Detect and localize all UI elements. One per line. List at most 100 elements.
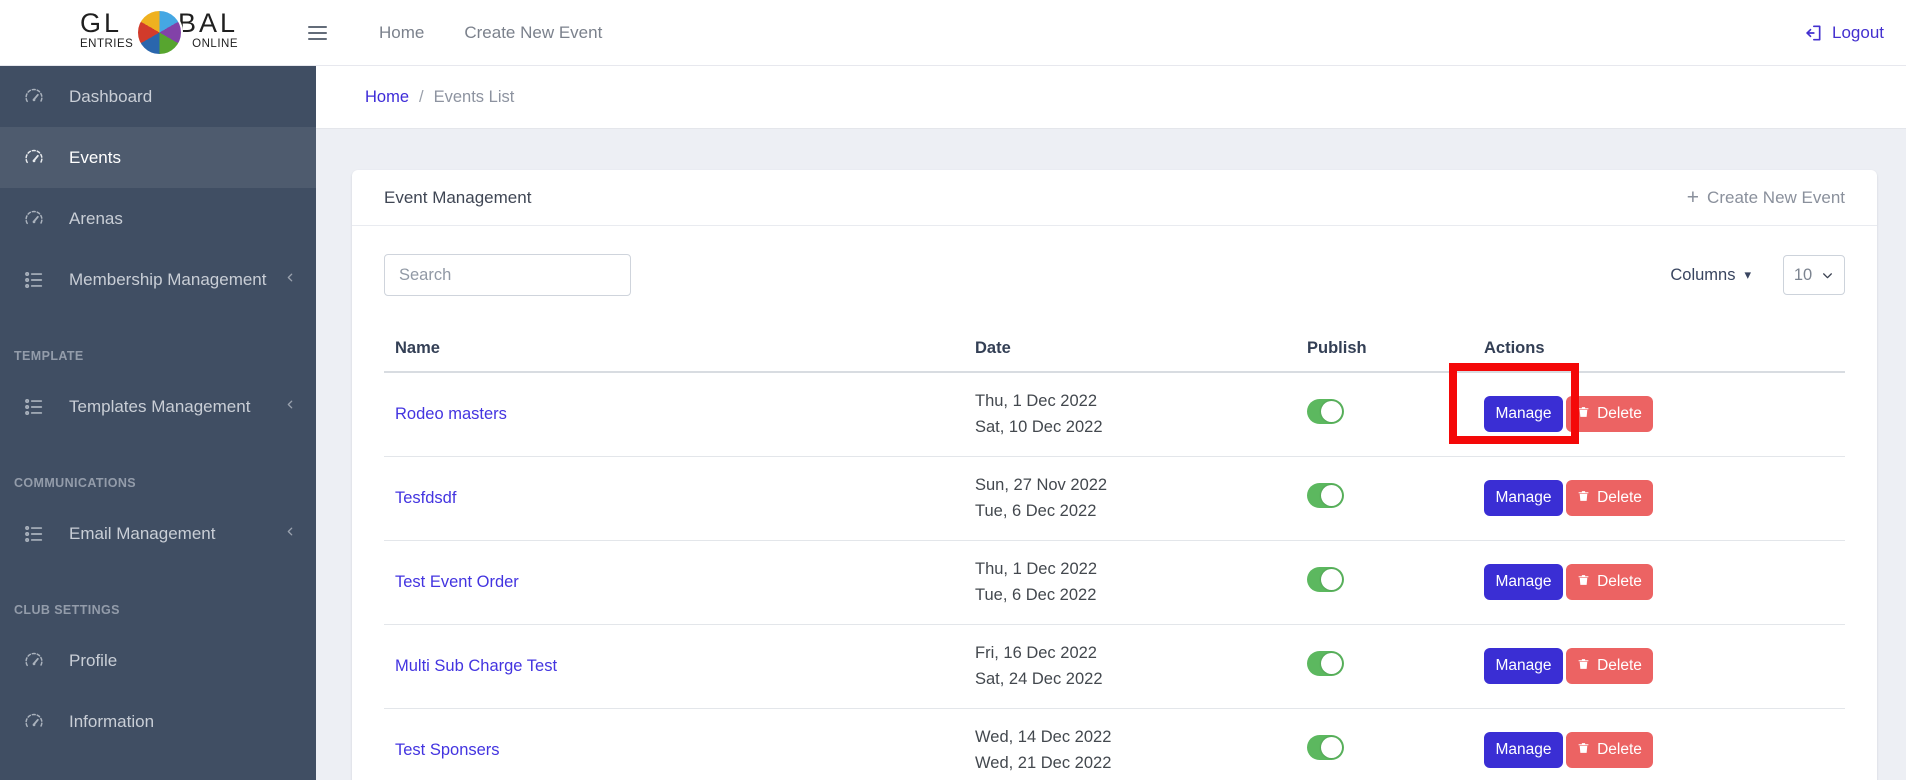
table-row: Test Event Order Thu, 1 Dec 2022 Tue, 6 De… — [384, 540, 1845, 625]
nav-create-new-event-link[interactable]: Create New Event — [464, 23, 602, 43]
gauge-icon — [23, 208, 45, 230]
publish-toggle[interactable] — [1307, 567, 1344, 592]
create-new-event-label: Create New Event — [1707, 187, 1845, 207]
sidebar-item-profile[interactable]: Profile — [0, 630, 316, 691]
publish-toggle[interactable] — [1307, 735, 1344, 761]
delete-button-label: Delete — [1597, 573, 1642, 590]
delete-button[interactable]: Delete — [1566, 648, 1653, 684]
plus-icon: + — [1686, 186, 1700, 209]
table-row: Rodeo masters Thu, 1 Dec 2022 Sat, 10 Dec … — [384, 372, 1845, 457]
gauge-icon — [23, 86, 45, 108]
column-header-date: Date — [964, 325, 1296, 373]
trash-icon — [1577, 741, 1590, 760]
sidebar-item-label: Email Management — [69, 523, 216, 543]
page-size-select[interactable]: 10 — [1783, 255, 1845, 295]
event-name-link[interactable]: Test Sponsers — [395, 741, 500, 759]
app-logo: GL BAL ENTRIES ONLINE — [80, 6, 238, 60]
event-name-link[interactable]: Rodeo masters — [395, 405, 507, 423]
list-icon — [23, 396, 45, 418]
manage-button[interactable]: Manage — [1484, 732, 1563, 769]
sidebar-item-label: Events — [69, 147, 121, 167]
delete-button[interactable]: Delete — [1566, 564, 1653, 600]
column-header-actions: Actions — [1471, 325, 1845, 373]
breadcrumb-separator: / — [419, 87, 424, 106]
sidebar-item-label: Information — [69, 711, 155, 731]
controls-right: Columns ▾ 10 — [1670, 255, 1845, 295]
sidebar-section-club-settings: CLUB SETTINGS — [14, 603, 120, 617]
nav-home-link[interactable]: Home — [379, 23, 424, 43]
delete-button[interactable]: Delete — [1566, 396, 1653, 433]
top-header: GL BAL ENTRIES ONLINE Home Create New Ev… — [0, 0, 1906, 66]
card-title: Event Management — [384, 187, 532, 207]
sidebar-item-email-management[interactable]: Email Management — [0, 503, 316, 564]
card-header: Event Management + Create New Event — [352, 170, 1877, 226]
logo-text-online: ONLINE — [192, 37, 238, 50]
delete-button-label: Delete — [1597, 405, 1642, 423]
sidebar-item-templates-management[interactable]: Templates Management — [0, 376, 316, 437]
caret-down-icon: ▾ — [1744, 267, 1751, 282]
publish-toggle[interactable] — [1307, 399, 1344, 425]
sidebar-item-label: Templates Management — [69, 396, 251, 416]
event-name-link[interactable]: Multi Sub Charge Test — [395, 657, 557, 675]
manage-button[interactable]: Manage — [1484, 648, 1563, 684]
search-input[interactable] — [384, 254, 631, 296]
logout-icon — [1806, 25, 1821, 41]
sidebar-item-information[interactable]: Information — [0, 691, 316, 752]
delete-button[interactable]: Delete — [1566, 732, 1653, 769]
column-header-name: Name — [384, 325, 964, 373]
event-name-link[interactable]: Test Event Order — [395, 573, 519, 591]
logout-label: Logout — [1832, 22, 1884, 42]
event-dates: Wed, 14 Dec 2022 Wed, 21 Dec 2022 — [975, 728, 1112, 773]
chevron-left-icon — [282, 269, 298, 290]
sidebar-item-arenas[interactable]: Arenas — [0, 188, 316, 249]
sidebar-section-communications: COMMUNICATIONS — [14, 476, 137, 490]
sidebar-item-membership-management[interactable]: Membership Management — [0, 249, 316, 310]
trash-icon — [1577, 573, 1590, 592]
logo-text-entries: ENTRIES — [80, 37, 134, 50]
breadcrumb-home-link[interactable]: Home — [365, 88, 409, 107]
event-management-card: Event Management + Create New Event Colu… — [352, 170, 1877, 780]
logo-text-gl: GL — [80, 7, 123, 38]
trash-icon — [1577, 657, 1590, 676]
create-new-event-button[interactable]: + Create New Event — [1686, 186, 1845, 209]
delete-button-label: Delete — [1597, 741, 1642, 759]
events-table-head: Name Date Publish Actions — [384, 325, 1845, 373]
table-row: Tesfdsdf Sun, 27 Nov 2022 Tue, 6 Dec 2022 M… — [384, 456, 1845, 541]
logo-text-bal: BAL — [177, 7, 238, 38]
main-content: Event Management + Create New Event Colu… — [316, 129, 1906, 780]
event-dates: Fri, 16 Dec 2022 Sat, 24 Dec 2022 — [975, 644, 1103, 688]
delete-button-label: Delete — [1597, 657, 1642, 674]
manage-button[interactable]: Manage — [1484, 480, 1563, 516]
chevron-down-icon — [1823, 272, 1833, 278]
page-size-value: 10 — [1793, 265, 1813, 284]
list-icon — [23, 269, 45, 291]
events-table: Name Date Publish Actions Rodeo masters Thu,… — [384, 325, 1845, 780]
gauge-icon — [23, 147, 45, 169]
sidebar: Dashboard Events Arenas Membership Manageme… — [0, 66, 316, 780]
breadcrumb-current: Events List — [433, 87, 515, 106]
trash-icon — [1577, 489, 1590, 508]
columns-dropdown[interactable]: Columns ▾ — [1670, 266, 1751, 285]
app-root: GL BAL ENTRIES ONLINE Home Create New Ev… — [0, 0, 1906, 780]
hamburger-menu-icon[interactable] — [308, 25, 327, 40]
manage-button[interactable]: Manage — [1484, 564, 1563, 600]
trash-icon — [1577, 405, 1590, 424]
events-table-body: Rodeo masters Thu, 1 Dec 2022 Sat, 10 Dec … — [384, 372, 1845, 780]
sidebar-item-events[interactable]: Events — [0, 127, 316, 188]
sidebar-item-label: Dashboard — [69, 86, 153, 106]
manage-button[interactable]: Manage — [1484, 396, 1563, 433]
columns-label: Columns — [1670, 265, 1736, 284]
sidebar-item-dashboard[interactable]: Dashboard — [0, 66, 316, 127]
table-row: Multi Sub Charge Test Fri, 16 Dec 2022 Sat… — [384, 624, 1845, 709]
gauge-icon — [23, 650, 45, 672]
delete-button-label: Delete — [1597, 489, 1642, 506]
logout-button[interactable]: Logout — [1803, 23, 1884, 43]
sidebar-item-label: Arenas — [69, 208, 123, 228]
table-controls: Columns ▾ 10 — [352, 226, 1877, 325]
event-name-link[interactable]: Tesfdsdf — [395, 489, 456, 507]
gauge-icon — [23, 711, 45, 733]
publish-toggle[interactable] — [1307, 651, 1344, 676]
publish-toggle[interactable] — [1307, 483, 1344, 508]
breadcrumb: Home / Events List — [316, 66, 1906, 129]
delete-button[interactable]: Delete — [1566, 480, 1653, 516]
